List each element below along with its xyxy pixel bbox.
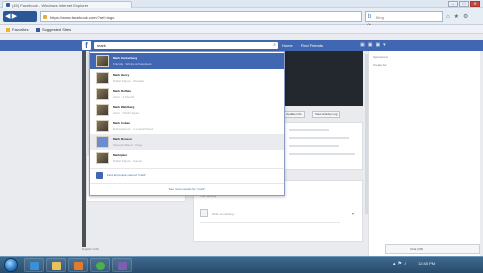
bing-icon: b <box>368 14 372 20</box>
address-toolbar: ◀ ▶ https://www.facebook.com/?ref=logo ▾… <box>0 8 483 35</box>
minimize-button[interactable]: – <box>448 1 458 7</box>
activity-log-button[interactable]: View Activity Log <box>312 111 341 118</box>
suggestion-thumbnail <box>96 136 109 148</box>
suggested-sites-button[interactable]: Suggested Sites <box>36 27 71 32</box>
clock[interactable]: 12:45 PM <box>418 261 435 266</box>
folder-icon <box>52 262 61 270</box>
facebook-header: f mark ⌕ Home Find Friends ▣▣▣▾ <box>0 40 483 51</box>
suggestion-item[interactable]: Mark Henry Public Figure · Wrestler <box>90 70 284 86</box>
taskbar-explorer[interactable] <box>46 258 66 272</box>
find-people-label: Find all people named "mark" <box>107 173 147 177</box>
nav-home[interactable]: Home <box>282 43 293 48</box>
suggestion-thumbnail <box>96 55 109 67</box>
search-icon[interactable]: ⌕ <box>273 42 276 49</box>
system-tray-icons[interactable]: ▴⚑♪ <box>393 261 409 267</box>
update-info-button[interactable]: Update Info <box>283 111 305 118</box>
chat-bar[interactable]: Chat (Off) <box>385 244 480 254</box>
suggestion-meta: Actor · Public figure <box>113 111 140 115</box>
suggestion-thumbnail <box>96 88 109 100</box>
suggested-sites-label: Suggested Sites <box>42 27 72 32</box>
ie-icon <box>30 262 39 270</box>
suggestion-thumbnail <box>96 72 109 84</box>
search-query: mark <box>97 43 106 48</box>
facebook-logo-icon[interactable]: f <box>82 41 91 50</box>
browser-search-field[interactable]: b Bing <box>365 11 443 22</box>
suggestion-item[interactable]: Mark Cuban Entrepreneur · 1 mutual frien… <box>90 118 284 134</box>
media-player-icon <box>74 262 83 270</box>
suggestion-name: Mark Henry <box>113 73 130 77</box>
see-more-results-link[interactable]: See more results for "mark" <box>90 183 284 195</box>
suggestion-name: Mark Ruffalo <box>113 89 132 93</box>
suggestion-item[interactable]: Mark Zuckerberg Friends · Works at Faceb… <box>90 53 284 69</box>
maximize-button[interactable]: □ <box>459 1 469 7</box>
notification-icons[interactable]: ▣▣▣▾ <box>360 42 389 48</box>
suggestion-meta: Public Figure · Gamer <box>113 159 143 163</box>
comment-input[interactable]: Write something... <box>212 212 236 216</box>
cover-photo <box>283 51 363 106</box>
search-suggestions-dropdown: Mark Zuckerberg Friends · Works at Faceb… <box>89 51 285 196</box>
intro-card <box>283 122 363 170</box>
star-icon <box>6 27 10 32</box>
taskbar-app[interactable] <box>112 258 132 272</box>
chat-label: Chat (Off) <box>410 247 424 251</box>
find-people-row[interactable]: Find all people named "mark" <box>90 168 284 181</box>
text-line <box>289 137 349 139</box>
address-field[interactable]: https://www.facebook.com/?ref=logo ▾ ⟳ ✕ <box>40 11 371 35</box>
text-line <box>289 153 355 155</box>
windows-taskbar: ▴⚑♪ 12:45 PM <box>0 256 483 273</box>
facebook-favicon-icon <box>6 3 10 7</box>
taskbar-ie[interactable] <box>24 258 44 272</box>
language-link[interactable]: English (US) <box>82 247 99 251</box>
sidebar-sponsored: Sponsored <box>373 55 388 59</box>
suggestion-thumbnail <box>96 104 109 116</box>
taskbar-chrome[interactable] <box>90 258 110 272</box>
browser-tab[interactable]: (45) Facebook - Windows Internet Explore… <box>2 1 132 8</box>
facebook-page: f mark ⌕ Home Find Friends ▣▣▣▾ Update I… <box>0 34 483 256</box>
page-icon <box>36 27 40 32</box>
favorites-bar: Favorites Suggested Sites <box>0 25 483 34</box>
suggestion-item[interactable]: Mark Ronson Musician/Band · Page <box>90 134 284 150</box>
lock-icon <box>43 15 47 19</box>
suggestion-meta: Actor · 2 friends <box>113 95 135 99</box>
suggestion-meta: Musician/Band · Page <box>113 143 143 147</box>
url-text: https://www.facebook.com/?ref=logo <box>50 15 115 20</box>
suggestion-meta: Friends · Works at Facebook <box>113 62 152 66</box>
nav-find-friends[interactable]: Find Friends <box>301 43 323 48</box>
suggestion-item[interactable]: Mark Wahlberg Actor · Public figure <box>90 102 284 118</box>
text-line <box>289 129 329 131</box>
facebook-search-input[interactable]: mark ⌕ <box>94 42 278 49</box>
suggestion-item[interactable]: Mark Ruffalo Actor · 2 friends <box>90 86 284 102</box>
text-line <box>289 145 339 147</box>
app-icon <box>118 262 127 270</box>
browser-search-placeholder: Bing <box>376 15 385 20</box>
facebook-nav: Home Find Friends <box>282 43 330 48</box>
chrome-icon <box>96 262 105 270</box>
divider <box>200 222 340 223</box>
browser-title-bar: (45) Facebook - Windows Internet Explore… <box>0 0 483 8</box>
close-button[interactable]: ✕ <box>470 1 480 7</box>
suggestion-name: Markiplier <box>113 153 128 157</box>
chevron-down-icon[interactable]: ▾ <box>352 211 354 216</box>
suggestion-item[interactable]: Markiplier Public Figure · Gamer <box>90 150 284 166</box>
sidebar-create-ad[interactable]: Create Ad <box>373 63 386 67</box>
suggestion-name: Mark Ronson <box>113 137 133 141</box>
avatar[interactable] <box>200 209 208 217</box>
suggestion-name: Mark Zuckerberg <box>113 56 138 60</box>
suggestion-name: Mark Wahlberg <box>113 105 135 109</box>
suggestion-meta: Public Figure · Wrestler <box>113 79 145 83</box>
suggestion-thumbnail <box>96 120 109 132</box>
people-icon <box>96 172 103 179</box>
start-button[interactable] <box>4 258 18 272</box>
right-sidebar: Sponsored Create Ad <box>368 51 480 256</box>
home-favorites-settings-icons[interactable]: ⌂★⚙ <box>446 13 472 20</box>
favorites-button[interactable]: Favorites <box>6 27 28 32</box>
taskbar-media[interactable] <box>68 258 88 272</box>
suggestion-thumbnail <box>96 152 109 164</box>
suggestion-meta: Entrepreneur · 1 mutual friend <box>113 127 154 131</box>
suggestion-name: Mark Cuban <box>113 121 131 125</box>
favorites-label: Favorites <box>12 27 29 32</box>
left-edge-strip <box>82 51 86 247</box>
back-forward-buttons[interactable]: ◀ ▶ <box>3 11 37 22</box>
